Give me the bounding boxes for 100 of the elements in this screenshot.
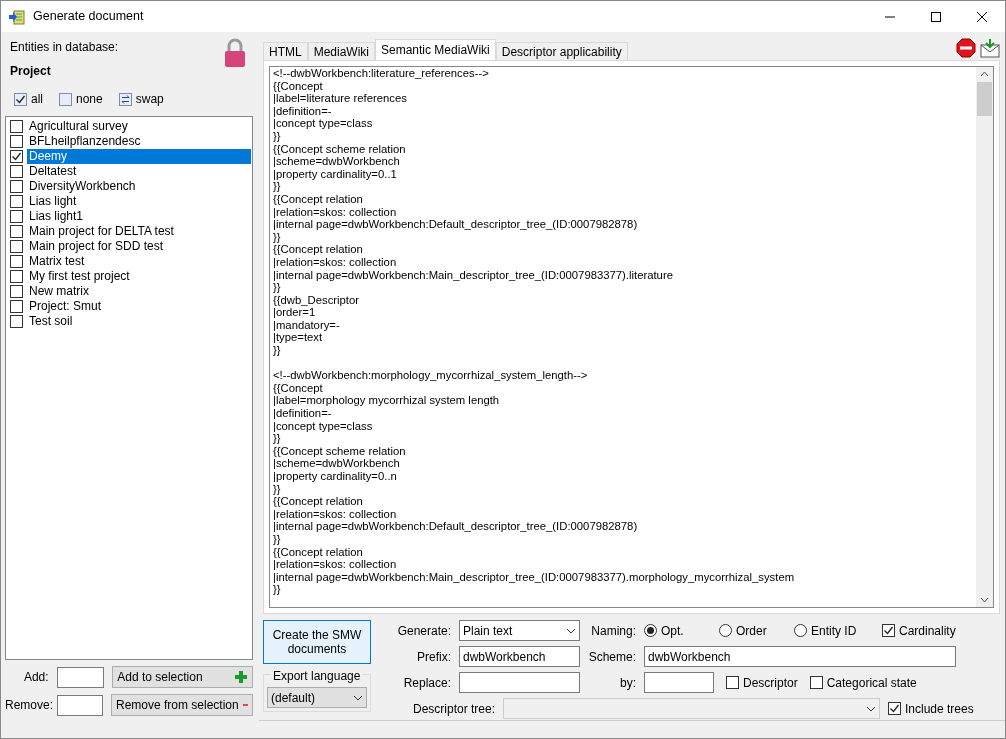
checkbox[interactable] [10, 285, 23, 298]
code-line: |scheme=dwbWorkbench [273, 155, 401, 168]
code-line: {{Concept relation [273, 243, 364, 256]
document-text-area[interactable] [269, 66, 994, 608]
checkbox[interactable] [10, 180, 23, 193]
project-item[interactable]: Matrix test [27, 254, 251, 269]
create-documents-button[interactable]: Create the SMW documents [263, 620, 371, 664]
checkbox[interactable] [14, 92, 27, 106]
swap-icon[interactable] [118, 92, 132, 106]
project-item[interactable]: Lias light1 [27, 209, 251, 224]
export-language-dropdown[interactable]: (default) [267, 687, 367, 708]
tab[interactable]: MediaWiki [307, 42, 375, 60]
code-line: {{dwb_Descriptor [273, 293, 361, 307]
code-line: {{Concept relation [273, 545, 364, 559]
remove-from-selection-button[interactable]: Remove from selection [111, 694, 253, 716]
radio-button[interactable] [794, 624, 807, 637]
add-field[interactable] [56, 666, 105, 688]
window-title: Generate document [33, 8, 144, 26]
padlock-icon[interactable] [224, 38, 246, 68]
by-label: by: [619, 674, 636, 692]
envelope-download-icon[interactable] [980, 38, 1000, 58]
checkbox[interactable] [10, 270, 23, 283]
scheme-label: Scheme: [588, 648, 636, 666]
code-line: |internal page=dwbWorkbench:Default_descriptor_tree_(ID:0007982878) [273, 520, 639, 533]
checkbox[interactable] [10, 225, 23, 238]
code-line: |label=literature references [273, 92, 408, 105]
code-line: }} [273, 344, 282, 357]
checkbox-label: Include trees [905, 700, 974, 718]
project-item[interactable]: Deemy [27, 149, 251, 164]
checkbox[interactable] [10, 255, 23, 268]
code-line: |order=1 [273, 306, 317, 319]
project-item[interactable]: DiversityWorkbench [27, 179, 251, 194]
checkbox[interactable] [10, 240, 23, 253]
code-line: {{Concept [273, 381, 324, 395]
code-line: }} [273, 180, 282, 193]
tab[interactable]: Semantic MediaWiki [375, 39, 496, 60]
code-line: }} [273, 583, 282, 596]
checkbox[interactable] [10, 195, 23, 208]
code-line: }} [273, 281, 282, 294]
vertical-scrollbar[interactable] [976, 67, 993, 607]
entity-type-label: Project [10, 63, 52, 80]
code-line: }} [273, 129, 282, 143]
checkbox[interactable] [888, 702, 901, 715]
project-item[interactable]: Agricultural survey [27, 119, 251, 134]
code-line: |mandatory=- [273, 318, 341, 332]
close-icon [977, 11, 987, 22]
radio-button[interactable] [719, 624, 732, 637]
tab[interactable]: HTML [263, 42, 308, 60]
checkbox[interactable] [59, 92, 72, 106]
radio-label: Order [736, 622, 767, 640]
project-item[interactable]: New matrix [27, 284, 251, 299]
code-line: |internal page=dwbWorkbench:Main_descriptor_tree_(ID:0007983377).literature [273, 268, 674, 282]
checkbox[interactable] [10, 315, 23, 328]
code-line: {{Concept scheme relation [273, 142, 407, 156]
checkbox[interactable] [10, 120, 23, 133]
generate-dropdown[interactable]: Plain text [459, 620, 580, 641]
checkbox[interactable] [10, 150, 23, 163]
checkbox[interactable] [882, 624, 895, 637]
project-item[interactable]: Main project for DELTA test [27, 224, 251, 239]
code-line: |concept type=class [273, 419, 374, 433]
checkbox-label: Cardinality [899, 622, 956, 640]
code-line: |internal page=dwbWorkbench:Main_descriptor_tree_(ID:0007983377).morphology_mycorrhizal_system [273, 570, 796, 584]
generate-label: Generate: [396, 622, 451, 640]
scrollbar-thumb[interactable] [977, 82, 992, 116]
remove-field[interactable] [57, 694, 103, 716]
code-line: {{Concept relation [273, 495, 364, 508]
radio-label: Opt. [661, 622, 684, 640]
project-item[interactable]: BFLheilpflanzendesc [27, 134, 251, 149]
app-icon [9, 8, 25, 25]
code-line: {{Concept scheme relation [273, 444, 407, 458]
checkbox[interactable] [10, 210, 23, 223]
checkbox[interactable] [10, 135, 23, 148]
tab[interactable]: Descriptor applicability [495, 42, 628, 60]
radio-button[interactable] [644, 624, 657, 637]
replace-field[interactable] [459, 672, 580, 693]
project-item[interactable]: Main project for SDD test [27, 239, 251, 254]
project-item[interactable]: Project: Smut [27, 299, 251, 314]
project-item[interactable]: My first test project [27, 269, 251, 284]
checkbox[interactable] [10, 165, 23, 178]
code-line: }} [273, 482, 282, 496]
project-item[interactable]: Lias light [27, 194, 251, 209]
add-to-selection-button[interactable]: Add to selection [112, 666, 253, 688]
checkbox[interactable] [809, 676, 823, 689]
code-line: }} [273, 230, 282, 244]
project-item[interactable]: Test soil [27, 314, 251, 329]
code-line: |internal page=dwbWorkbench:Default_descriptor_tree_(ID:0007982878) [273, 218, 639, 231]
plus-icon [234, 670, 248, 684]
project-item[interactable]: Deltatest [27, 164, 251, 179]
prefix-field[interactable]: dwbWorkbench [459, 646, 580, 667]
checkbox[interactable] [726, 676, 739, 689]
by-field[interactable] [644, 672, 714, 693]
code-line: }} [273, 432, 282, 445]
stop-icon[interactable] [956, 38, 976, 58]
chevron-down-icon [353, 694, 363, 701]
entities-label: Entities in database: [10, 39, 119, 56]
scheme-field[interactable]: dwbWorkbench [644, 646, 956, 667]
code-line: |definition=- [273, 407, 333, 420]
code-line: |concept type=class [273, 117, 374, 130]
code-line: {{Concept [273, 79, 324, 93]
checkbox[interactable] [10, 300, 23, 313]
